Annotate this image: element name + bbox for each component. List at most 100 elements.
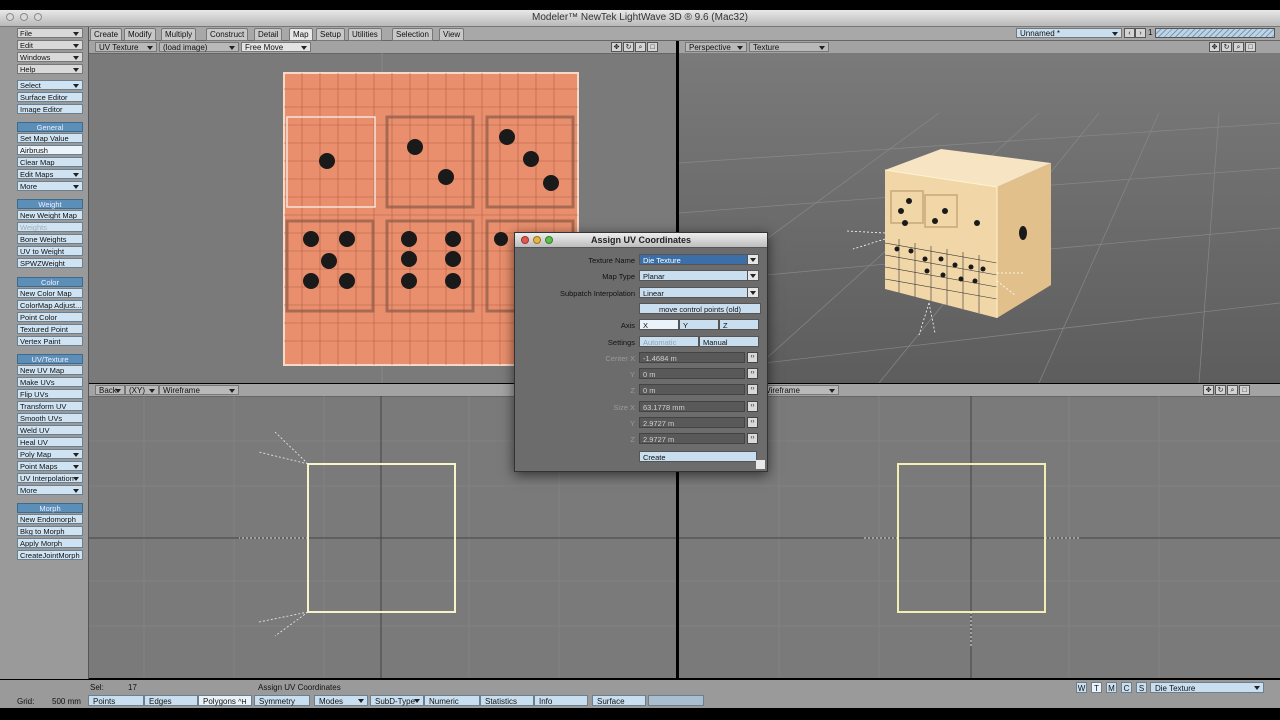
next-layer-icon[interactable]: › <box>1135 28 1146 38</box>
edges-mode-button[interactable]: Edges <box>144 695 198 706</box>
help-menu[interactable]: Help <box>17 64 83 74</box>
point-color-button[interactable]: Point Color <box>17 312 83 322</box>
center-x-field[interactable]: -1.4684 m <box>639 352 745 363</box>
tab-setup[interactable]: Setup <box>316 28 345 41</box>
size-x-stepper-icon[interactable]: ‹› <box>747 401 758 412</box>
move-control-points-button[interactable]: move control points (old) <box>639 303 761 314</box>
heal-uv-button[interactable]: Heal UV <box>17 437 83 447</box>
zoom-view-icon[interactable]: ⌕ <box>1227 385 1238 395</box>
settings-manual-button[interactable]: Manual <box>699 336 759 347</box>
symmetry-button[interactable]: Symmetry <box>254 695 310 706</box>
tab-view[interactable]: View <box>439 28 465 41</box>
createjointmorph-button[interactable]: CreateJointMorph <box>17 550 83 560</box>
move-view-icon[interactable]: ✥ <box>1203 385 1214 395</box>
vertex-paint-button[interactable]: Vertex Paint <box>17 336 83 346</box>
render-mode-select[interactable]: Wireframe <box>759 385 839 395</box>
center-y-field[interactable]: 0 m <box>639 368 745 379</box>
center-x-stepper-icon[interactable]: ‹› <box>747 352 758 363</box>
view-type-select[interactable]: UV Texture <box>95 42 157 52</box>
move-view-icon[interactable]: ✥ <box>611 42 622 52</box>
colormap-adjust-button[interactable]: ColorMap Adjust... <box>17 300 83 310</box>
tab-map[interactable]: Map <box>289 28 313 41</box>
tab-detail[interactable]: Detail <box>254 28 283 41</box>
modes-button[interactable]: Modes <box>314 695 368 706</box>
size-z-field[interactable]: 2.9727 m <box>639 433 745 444</box>
view-type-select[interactable]: Back <box>95 385 125 395</box>
tab-selection[interactable]: Selection <box>392 28 433 41</box>
zoom-view-icon[interactable]: ⌕ <box>1233 42 1244 52</box>
center-y-stepper-icon[interactable]: ‹› <box>747 368 758 379</box>
right-viewport[interactable]: Wireframe ✥ ↻ ⌕ □ <box>679 384 1280 678</box>
maximize-view-icon[interactable]: □ <box>1239 385 1250 395</box>
clear-map-button[interactable]: Clear Map <box>17 157 83 167</box>
center-z-stepper-icon[interactable]: ‹› <box>747 384 758 395</box>
airbrush-button[interactable]: Airbrush <box>17 145 83 155</box>
uv-to-weight-button[interactable]: UV to Weight <box>17 246 83 256</box>
zoom-view-icon[interactable]: ⌕ <box>635 42 646 52</box>
surface-editor-button[interactable]: Surface Editor <box>17 92 83 102</box>
spwzweight-button[interactable]: SPWZWeight <box>17 258 83 268</box>
view-type-select[interactable]: Perspective <box>685 42 747 52</box>
weights-button[interactable]: Weights <box>17 222 83 232</box>
info-button[interactable]: Info <box>534 695 588 706</box>
size-y-stepper-icon[interactable]: ‹› <box>747 417 758 428</box>
poly-map-button[interactable]: Poly Map <box>17 449 83 459</box>
transform-uv-button[interactable]: Transform UV <box>17 401 83 411</box>
new-color-map-button[interactable]: New Color Map <box>17 288 83 298</box>
uv-more-button[interactable]: More <box>17 485 83 495</box>
edit-mode-select[interactable]: Free Move <box>241 42 311 52</box>
texture-name-select[interactable]: Die Texture <box>639 254 759 265</box>
select-button[interactable]: Select <box>17 80 83 90</box>
apply-morph-button[interactable]: Apply Morph <box>17 538 83 548</box>
m-toggle-button[interactable]: M <box>1106 682 1117 693</box>
rotate-view-icon[interactable]: ↻ <box>1221 42 1232 52</box>
size-z-stepper-icon[interactable]: ‹› <box>747 433 758 444</box>
smooth-uvs-button[interactable]: Smooth UVs <box>17 413 83 423</box>
tab-create[interactable]: Create <box>90 28 123 41</box>
size-y-field[interactable]: 2.9727 m <box>639 417 745 428</box>
edit-maps-button[interactable]: Edit Maps <box>17 169 83 179</box>
tab-construct[interactable]: Construct <box>206 28 249 41</box>
object-selector[interactable]: Unnamed * <box>1016 28 1122 38</box>
layer-bank[interactable] <box>1155 28 1275 38</box>
subd-type-button[interactable]: SubD-Type <box>370 695 424 706</box>
render-mode-select[interactable]: Texture <box>749 42 829 52</box>
surface-button[interactable]: Surface <box>592 695 646 706</box>
w-toggle-button[interactable]: W <box>1076 682 1087 693</box>
bone-weights-button[interactable]: Bone Weights <box>17 234 83 244</box>
new-weight-map-button[interactable]: New Weight Map <box>17 210 83 220</box>
center-z-field[interactable]: 0 m <box>639 384 745 395</box>
new-endomorph-button[interactable]: New Endomorph <box>17 514 83 524</box>
axis-x-button[interactable]: X <box>639 319 679 330</box>
move-view-icon[interactable]: ✥ <box>1209 42 1220 52</box>
vertex-map-select[interactable]: Die Texture <box>1150 682 1264 693</box>
general-more-button[interactable]: More <box>17 181 83 191</box>
flip-uvs-button[interactable]: Flip UVs <box>17 389 83 399</box>
uv-interpolation-button[interactable]: UV Interpolation <box>17 473 83 483</box>
background-image-select[interactable]: (load image) <box>159 42 239 52</box>
make-button[interactable] <box>648 695 704 706</box>
resize-grip-icon[interactable] <box>756 460 765 469</box>
points-mode-button[interactable]: Points <box>88 695 144 706</box>
maximize-view-icon[interactable]: □ <box>1245 42 1256 52</box>
rotate-view-icon[interactable]: ↻ <box>623 42 634 52</box>
statistics-button[interactable]: Statistics <box>480 695 534 706</box>
maximize-view-icon[interactable]: □ <box>647 42 658 52</box>
c-toggle-button[interactable]: C <box>1121 682 1132 693</box>
tab-utilities[interactable]: Utilities <box>348 28 382 41</box>
s-toggle-button[interactable]: S <box>1136 682 1147 693</box>
numeric-button[interactable]: Numeric <box>424 695 480 706</box>
subpatch-interpolation-select[interactable]: Linear <box>639 287 759 298</box>
set-map-value-button[interactable]: Set Map Value <box>17 133 83 143</box>
t-toggle-button[interactable]: T <box>1091 682 1102 693</box>
settings-automatic-button[interactable]: Automatic <box>639 336 699 347</box>
create-button[interactable]: Create <box>639 451 757 462</box>
new-uv-map-button[interactable]: New UV Map <box>17 365 83 375</box>
size-x-field[interactable]: 63.1778 mm <box>639 401 745 412</box>
rotate-view-icon[interactable]: ↻ <box>1215 385 1226 395</box>
make-uvs-button[interactable]: Make UVs <box>17 377 83 387</box>
axis-z-button[interactable]: Z <box>719 319 759 330</box>
tab-multiply[interactable]: Multiply <box>161 28 197 41</box>
windows-menu[interactable]: Windows <box>17 52 83 62</box>
edit-menu[interactable]: Edit <box>17 40 83 50</box>
